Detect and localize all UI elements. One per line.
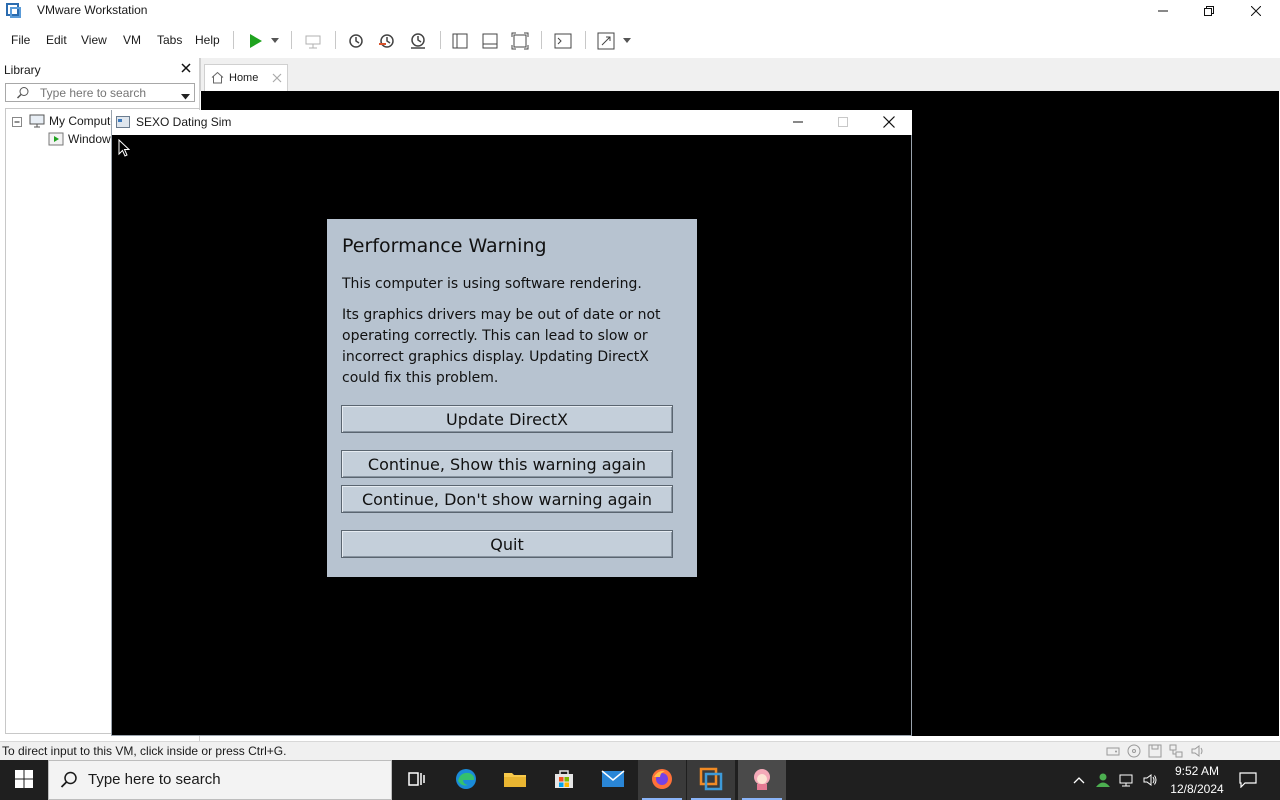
toolbar-separator bbox=[335, 31, 336, 49]
toolbar-separator bbox=[291, 31, 292, 49]
taskbar-search-placeholder: Type here to search bbox=[88, 771, 221, 788]
hard-disk-icon[interactable] bbox=[1106, 744, 1120, 758]
start-button[interactable] bbox=[0, 760, 48, 800]
guest-window-title: SEXO Dating Sim bbox=[136, 115, 232, 129]
tab-home-label: Home bbox=[229, 72, 259, 84]
people-icon[interactable] bbox=[1093, 770, 1113, 790]
send-ctrl-alt-del-icon[interactable] bbox=[302, 30, 324, 52]
vm-icon bbox=[48, 132, 64, 149]
firefox-icon bbox=[650, 767, 674, 794]
taskbar-edge[interactable] bbox=[442, 760, 490, 800]
stretch-dropdown-icon[interactable] bbox=[618, 30, 636, 52]
dialog-title: Performance Warning bbox=[342, 235, 547, 257]
snapshot-manager-icon[interactable] bbox=[407, 30, 429, 52]
menu-help[interactable]: Help bbox=[195, 33, 220, 47]
home-icon bbox=[211, 71, 224, 87]
guest-minimize-button[interactable] bbox=[775, 110, 821, 134]
continue-hide-warning-button[interactable]: Continue, Don't show warning again bbox=[341, 485, 673, 513]
taskbar-dating-sim[interactable] bbox=[738, 760, 786, 800]
snapshot-icon[interactable] bbox=[345, 30, 367, 52]
dialog-message-drivers: Its graphics drivers may be out of date … bbox=[342, 307, 661, 386]
library-search-input[interactable] bbox=[40, 85, 170, 100]
show-library-icon[interactable] bbox=[449, 30, 471, 52]
library-title: Library bbox=[4, 63, 41, 77]
restore-button[interactable] bbox=[1186, 0, 1232, 22]
power-on-icon[interactable] bbox=[244, 30, 266, 52]
status-message: To direct input to this VM, click inside… bbox=[2, 744, 287, 758]
floppy-icon[interactable] bbox=[1148, 744, 1162, 758]
stretch-guest-icon[interactable] bbox=[595, 30, 617, 52]
clock-time[interactable]: 9:52 AM bbox=[1172, 764, 1222, 778]
revert-snapshot-icon[interactable] bbox=[376, 30, 398, 52]
store-icon bbox=[553, 768, 575, 793]
menu-tabs[interactable]: Tabs bbox=[157, 33, 182, 47]
computer-icon bbox=[29, 114, 45, 131]
dialog-message-rendering: This computer is using software renderin… bbox=[342, 276, 642, 292]
update-directx-button[interactable]: Update DirectX bbox=[341, 405, 673, 433]
taskbar-mail[interactable] bbox=[589, 760, 637, 800]
folder-icon bbox=[503, 769, 527, 792]
taskbar-firefox[interactable] bbox=[638, 760, 686, 800]
network-icon[interactable] bbox=[1116, 770, 1136, 790]
mail-icon bbox=[601, 769, 625, 791]
cd-dvd-icon[interactable] bbox=[1127, 744, 1141, 758]
tree-item-windows-vm[interactable]: Windows bbox=[68, 132, 117, 146]
menu-edit[interactable]: Edit bbox=[46, 33, 67, 47]
clock-date[interactable]: 12/8/2024 bbox=[1166, 782, 1228, 796]
continue-show-warning-button[interactable]: Continue, Show this warning again bbox=[341, 450, 673, 478]
edge-browser-icon bbox=[454, 767, 478, 794]
game-window-icon bbox=[116, 116, 130, 131]
app-title: VMware Workstation bbox=[37, 3, 148, 17]
guest-maximize-button[interactable] bbox=[820, 110, 866, 134]
toolbar-separator bbox=[233, 31, 234, 49]
windows-logo-icon bbox=[15, 769, 33, 791]
network-adapter-icon[interactable] bbox=[1169, 744, 1183, 758]
toolbar-separator bbox=[541, 31, 542, 49]
quit-button[interactable]: Quit bbox=[341, 530, 673, 558]
taskbar-file-explorer[interactable] bbox=[491, 760, 539, 800]
menubar bbox=[0, 24, 1280, 56]
menu-file[interactable]: File bbox=[11, 33, 30, 47]
tab-strip bbox=[200, 58, 1280, 91]
task-view-button[interactable] bbox=[392, 760, 440, 800]
menu-vm[interactable]: VM bbox=[123, 33, 141, 47]
performance-warning-dialog bbox=[327, 219, 697, 577]
full-screen-icon[interactable] bbox=[509, 30, 531, 52]
tree-collapse-icon[interactable] bbox=[12, 116, 22, 130]
console-view-icon[interactable] bbox=[552, 30, 574, 52]
mouse-cursor-icon bbox=[118, 138, 131, 160]
show-thumbnail-bar-icon[interactable] bbox=[479, 30, 501, 52]
volume-icon[interactable] bbox=[1140, 770, 1160, 790]
app-titlebar[interactable] bbox=[0, 0, 1280, 22]
taskbar-search-icon bbox=[60, 771, 78, 792]
search-dropdown-icon[interactable] bbox=[181, 89, 190, 103]
action-center-icon[interactable] bbox=[1238, 770, 1258, 790]
show-hidden-icons-icon[interactable] bbox=[1069, 770, 1089, 790]
taskbar-store[interactable] bbox=[540, 760, 588, 800]
minimize-button[interactable] bbox=[1140, 0, 1186, 22]
power-dropdown-icon[interactable] bbox=[266, 30, 284, 52]
vmware-logo-icon bbox=[6, 3, 22, 19]
search-icon bbox=[16, 86, 30, 103]
close-button[interactable] bbox=[1233, 0, 1279, 22]
library-search-box[interactable] bbox=[5, 83, 195, 102]
task-view-icon bbox=[406, 770, 426, 791]
guest-close-button[interactable] bbox=[866, 110, 912, 134]
sound-card-icon[interactable] bbox=[1190, 744, 1204, 758]
vmware-taskbar-icon bbox=[699, 767, 723, 794]
anime-character-icon bbox=[750, 767, 774, 794]
toolbar-separator bbox=[585, 31, 586, 49]
taskbar-vmware[interactable] bbox=[687, 760, 735, 800]
tab-home[interactable]: Home bbox=[204, 64, 288, 91]
menu-view[interactable]: View bbox=[81, 33, 107, 47]
tab-close-icon[interactable] bbox=[272, 72, 282, 86]
library-close-icon[interactable] bbox=[179, 61, 193, 75]
toolbar-separator bbox=[440, 31, 441, 49]
